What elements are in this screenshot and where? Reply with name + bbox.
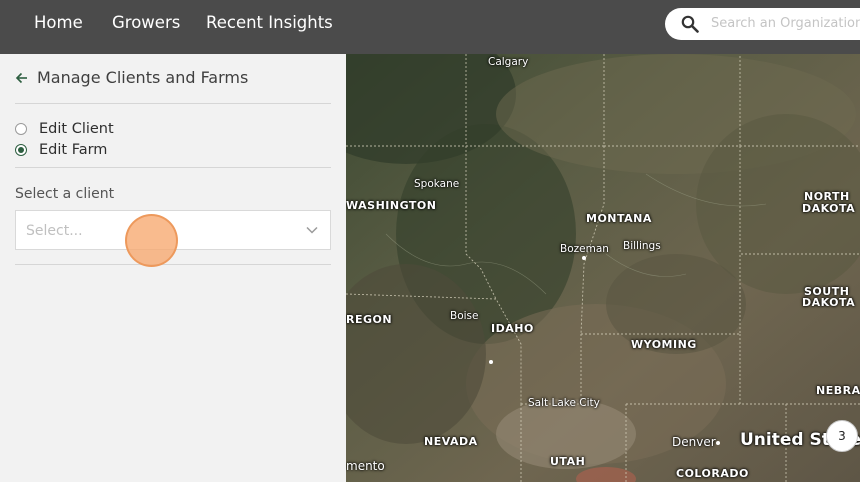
map-label-wyoming: WYOMING xyxy=(631,338,697,351)
page-title: Manage Clients and Farms xyxy=(37,68,249,87)
city-marker xyxy=(716,441,720,445)
map-label-idaho: IDAHO xyxy=(491,322,534,335)
city-marker xyxy=(582,256,586,260)
click-indicator xyxy=(125,214,178,267)
satellite-map[interactable]: Calgary Spokane WASHINGTON MONTANA Bozem… xyxy=(346,54,860,482)
map-label-utah: UTAH xyxy=(550,455,586,468)
map-label-nebraska: NEBRAS xyxy=(816,384,860,397)
map-label-bozeman: Bozeman xyxy=(560,243,609,255)
radio-button-unchecked[interactable] xyxy=(15,123,27,135)
map-label-montana: MONTANA xyxy=(586,212,652,225)
organization-search-input[interactable]: Search an Organization xyxy=(665,8,860,40)
map-label-calgary: Calgary xyxy=(488,56,529,68)
map-label-spokane: Spokane xyxy=(414,178,460,190)
client-select-label: Select a client xyxy=(15,186,115,202)
map-label-washington: WASHINGTON xyxy=(346,199,437,212)
search-placeholder: Search an Organization xyxy=(711,16,860,31)
divider xyxy=(15,167,331,168)
divider xyxy=(15,103,331,104)
map-label-sacramento: mento xyxy=(346,459,385,473)
map-label-salt-lake-city: Salt Lake City xyxy=(528,397,600,409)
divider xyxy=(15,264,331,265)
map-label-north-dakota-2: DAKOTA xyxy=(802,202,856,215)
map-label-boise: Boise xyxy=(450,310,479,322)
map-label-south-dakota-2: DAKOTA xyxy=(802,296,856,309)
map-label-colorado: COLORADO xyxy=(676,467,749,480)
map-label-oregon: REGON xyxy=(346,313,393,326)
radio-label: Edit Client xyxy=(39,121,114,137)
map-label-billings: Billings xyxy=(623,240,661,252)
map-terrain xyxy=(346,54,860,482)
arrow-left-icon xyxy=(15,72,27,84)
sidebar-panel: Manage Clients and Farms Edit Client Edi… xyxy=(0,54,346,482)
nav-link-growers[interactable]: Growers xyxy=(112,12,180,34)
city-marker xyxy=(489,360,493,364)
chevron-down-icon xyxy=(306,226,318,234)
nav-link-recent-insights[interactable]: Recent Insights xyxy=(206,12,333,34)
map-cluster-badge[interactable]: 3 xyxy=(826,420,858,452)
search-icon xyxy=(681,15,699,33)
nav-link-home[interactable]: Home xyxy=(34,12,83,34)
radio-button-checked[interactable] xyxy=(15,144,27,156)
client-select-placeholder: Select... xyxy=(26,223,83,239)
map-label-nevada: NEVADA xyxy=(424,435,478,448)
radio-label: Edit Farm xyxy=(39,142,108,158)
map-label-denver: Denver xyxy=(672,435,716,449)
top-nav-bar: Home Growers Recent Insights Search an O… xyxy=(0,0,860,54)
